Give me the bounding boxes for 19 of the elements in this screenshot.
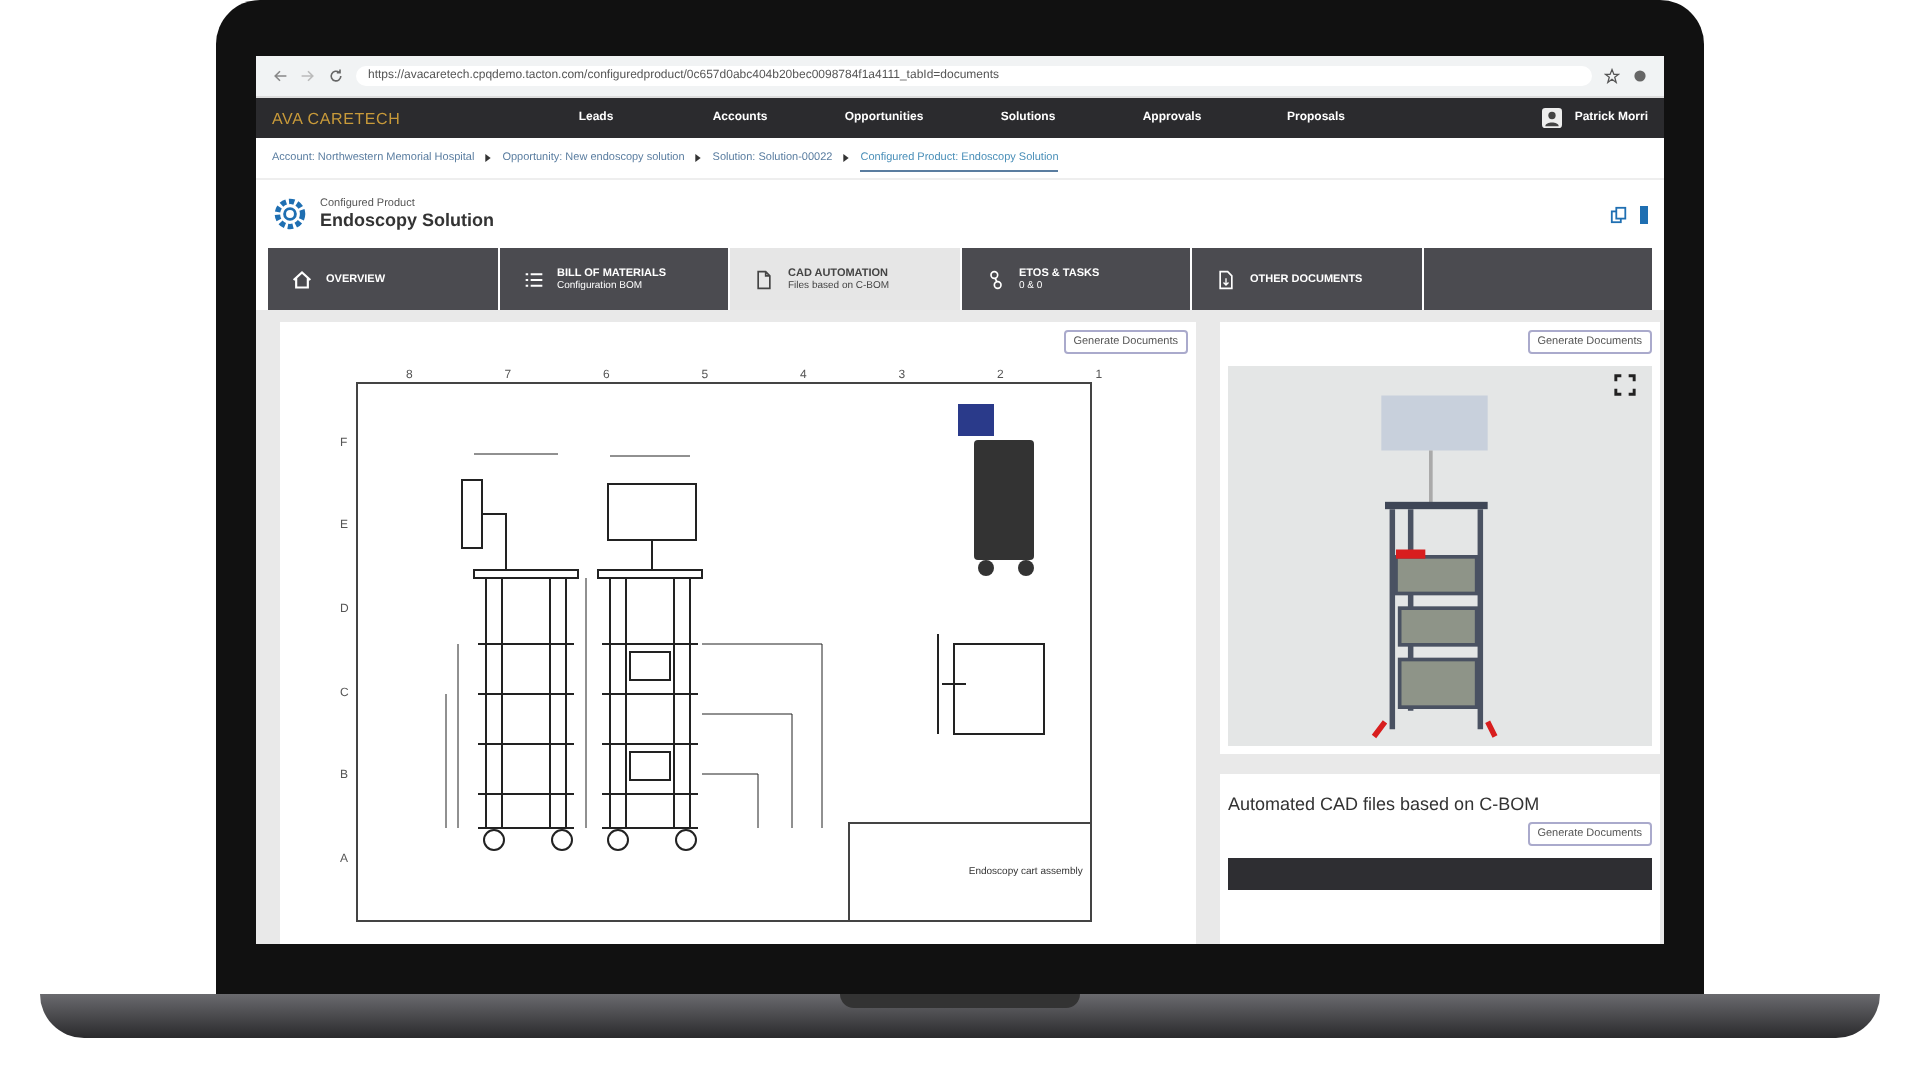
card-title: Automated CAD files based on C-BOM (1228, 794, 1542, 814)
star-icon[interactable] (1604, 68, 1620, 84)
user-avatar-icon[interactable] (1542, 108, 1563, 128)
logo[interactable]: AVA CARETECH (272, 109, 512, 127)
reload-icon[interactable] (328, 68, 344, 84)
document-icon (1216, 269, 1236, 289)
copy-icon[interactable] (1610, 205, 1628, 223)
page-title: Endoscopy Solution (320, 210, 496, 230)
back-arrow-icon[interactable] (272, 68, 288, 84)
link-icon (985, 269, 1005, 289)
list-icon (523, 269, 543, 289)
triangle-icon (694, 154, 703, 162)
fullscreen-icon[interactable] (1614, 374, 1636, 396)
triangle-icon (484, 154, 493, 162)
home-icon (292, 269, 312, 289)
triangle-icon (842, 154, 851, 162)
gear-icon (272, 196, 308, 232)
profile-icon[interactable] (1632, 68, 1648, 84)
file-icon (754, 269, 774, 289)
